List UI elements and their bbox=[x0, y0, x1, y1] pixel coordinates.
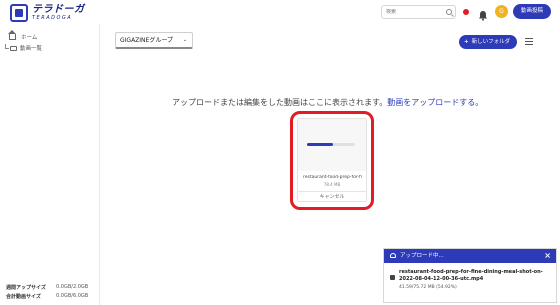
close-icon[interactable]: × bbox=[544, 249, 551, 263]
logo-mark-icon bbox=[10, 4, 28, 22]
bell-icon[interactable] bbox=[478, 6, 488, 21]
upload-progress-text: 41.59/75.72 MB (54.92%) bbox=[399, 285, 457, 290]
upload-video-link[interactable]: 動画をアップロードする。 bbox=[387, 98, 483, 107]
post-video-button[interactable]: 動画投稿 bbox=[513, 4, 551, 19]
video-thumbnail bbox=[298, 119, 366, 171]
list-view-icon[interactable] bbox=[525, 38, 533, 45]
logo-jp: テラドーガ bbox=[32, 4, 85, 15]
empty-message-text: アップロードまたは編集をした動画はここに表示されます。 bbox=[172, 98, 388, 107]
storage-value: 0.0GB/2.0GB bbox=[56, 284, 89, 290]
storage-label: 週間アップサイズ bbox=[6, 285, 46, 291]
record-indicator-icon bbox=[463, 9, 469, 15]
tree-connector bbox=[5, 43, 9, 49]
uploading-video-card[interactable]: restaurant-food-prep-for-fi 78.4 MB キャンセ… bbox=[297, 118, 367, 202]
search-input[interactable] bbox=[386, 9, 444, 15]
total-video-size: 合計動画サイズ 0.0GB/6.0GB bbox=[6, 293, 88, 300]
upload-progress-fill bbox=[307, 143, 334, 146]
upload-status-panel: アップロード中... × restaurant-food-prep-for-fi… bbox=[383, 248, 557, 303]
upload-file-name: restaurant-food-prep-for-fine-dining-mea… bbox=[399, 269, 543, 282]
logo-text: テラドーガ TERADOGA bbox=[32, 5, 85, 21]
upload-panel-title: アップロード中... bbox=[400, 253, 444, 259]
video-file-size: 78.4 MB bbox=[323, 182, 341, 187]
upload-panel-header: アップロード中... × bbox=[384, 249, 556, 263]
home-icon bbox=[8, 30, 16, 40]
folder-icon bbox=[10, 45, 17, 51]
sidebar-item-home[interactable]: ホーム bbox=[8, 30, 38, 41]
upload-panel-body: restaurant-food-prep-for-fine-dining-mea… bbox=[384, 263, 556, 290]
group-select[interactable]: GIGAZINEグループ ⌄ bbox=[115, 32, 193, 49]
new-folder-label: 新しいフォルダ bbox=[471, 39, 511, 45]
sidebar-item-video-list[interactable]: 動画一覧 bbox=[5, 43, 43, 52]
logo-en: TERADOGA bbox=[32, 15, 73, 21]
header: テラドーガ TERADOGA G 動画投稿 bbox=[0, 0, 560, 24]
storage-value: 0.0GB/6.0GB bbox=[56, 293, 89, 299]
group-select-value: GIGAZINEグループ bbox=[120, 37, 173, 44]
weekly-upload-size: 週間アップサイズ 0.0GB/2.0GB bbox=[6, 284, 88, 291]
video-file-icon bbox=[390, 275, 395, 280]
new-folder-button[interactable]: + 新しいフォルダ bbox=[459, 35, 517, 49]
search-box bbox=[381, 5, 456, 19]
cancel-upload-button[interactable]: キャンセル bbox=[298, 191, 366, 202]
avatar[interactable]: G bbox=[495, 5, 508, 18]
storage-label: 合計動画サイズ bbox=[6, 294, 41, 300]
sidebar-item-label: 動画一覧 bbox=[20, 46, 43, 52]
sidebar: ホーム 動画一覧 週間アップサイズ 0.0GB/2.0GB 合計動画サイズ 0.… bbox=[0, 24, 100, 305]
plus-icon: + bbox=[464, 39, 469, 45]
chevron-down-icon: ⌄ bbox=[182, 37, 187, 43]
empty-message: アップロードまたは編集をした動画はここに表示されます。動画をアップロードする。 bbox=[172, 97, 483, 108]
video-file-name: restaurant-food-prep-for-fi bbox=[303, 175, 362, 180]
sidebar-item-label: ホーム bbox=[21, 35, 38, 41]
cloud-upload-icon bbox=[390, 253, 396, 258]
upload-progress-bar bbox=[307, 143, 355, 146]
app-root: テラドーガ TERADOGA G 動画投稿 ホーム 動画一覧 週間アップサイズ … bbox=[0, 0, 560, 305]
search-icon[interactable] bbox=[446, 9, 452, 15]
logo[interactable]: テラドーガ TERADOGA bbox=[10, 4, 85, 22]
